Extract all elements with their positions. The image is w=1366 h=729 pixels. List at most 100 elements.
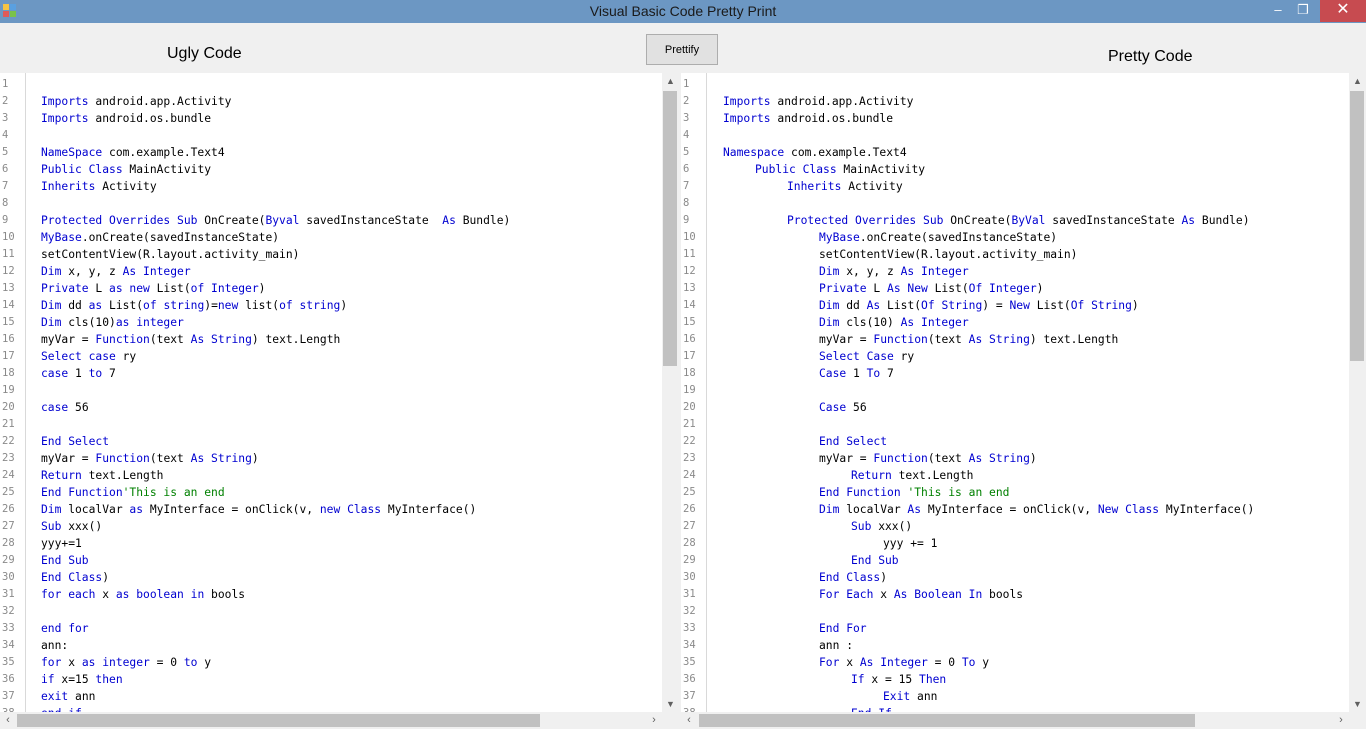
code-line: 13 Private L As New List(Of Integer) — [681, 280, 1349, 297]
keyword-token: Dim — [41, 265, 62, 278]
code-token: ry — [893, 350, 915, 363]
scroll-left-arrow-icon[interactable]: ‹ — [681, 712, 697, 729]
code-text: for each x as boolean in bools — [41, 586, 245, 603]
scroll-thumb[interactable] — [17, 714, 540, 727]
close-button[interactable]: ✕ — [1320, 0, 1366, 22]
line-number: 1 — [2, 78, 9, 90]
line-number: 11 — [683, 248, 696, 260]
code-text: End Select — [41, 433, 109, 450]
code-line: 1 — [681, 76, 1349, 93]
line-number: 29 — [683, 554, 696, 566]
keyword-token: As — [1181, 214, 1196, 227]
code-line: 22 End Select — [681, 433, 1349, 450]
scroll-down-arrow-icon[interactable]: ▼ — [662, 696, 679, 712]
keyword-token: Select Case — [819, 350, 894, 363]
scroll-left-arrow-icon[interactable]: ‹ — [0, 712, 16, 729]
line-number: 9 — [683, 214, 690, 226]
ugly-vertical-scrollbar[interactable]: ▲ ▼ — [662, 73, 679, 712]
keyword-token: Dim — [819, 316, 840, 329]
code-text: Exit ann — [883, 688, 937, 705]
keyword-token: Case — [819, 401, 847, 414]
code-line: 23 myVar = Function(text As String) — [681, 450, 1349, 467]
code-text: Case 1 To 7 — [819, 365, 894, 382]
line-number: 15 — [683, 316, 696, 328]
keyword-token: Return — [851, 469, 892, 482]
ugly-code-label: Ugly Code — [167, 45, 242, 62]
minimize-button[interactable]: – — [1267, 0, 1289, 22]
code-text: End Class) — [41, 569, 109, 586]
code-text: exit ann — [41, 688, 95, 705]
code-text: Imports android.app.Activity — [41, 93, 231, 110]
code-line: 10 MyBase.onCreate(savedInstanceState) — [681, 229, 1349, 246]
code-line: 21 — [681, 416, 1349, 433]
scroll-thumb[interactable] — [1350, 91, 1364, 361]
code-text: Imports android.os.bundle — [41, 110, 211, 127]
code-token: localVar — [61, 503, 130, 516]
scroll-down-arrow-icon[interactable]: ▼ — [1349, 696, 1366, 712]
window-title: Visual Basic Code Pretty Print — [589, 3, 777, 19]
prettify-button[interactable]: Prettify — [646, 34, 718, 65]
line-number: 2 — [2, 95, 9, 107]
code-line: 16 myVar = Function(text As String) text.… — [681, 331, 1349, 348]
code-token: Bundle) — [1195, 214, 1250, 227]
line-number: 10 — [2, 231, 15, 243]
code-text: End Class) — [819, 569, 887, 586]
keyword-token: As — [907, 503, 922, 516]
scroll-right-arrow-icon[interactable]: › — [646, 712, 662, 729]
scroll-thumb[interactable] — [699, 714, 1195, 727]
code-token: myVar = — [819, 333, 874, 346]
code-token: text.Length — [891, 469, 974, 482]
code-line: 6 Public Class MainActivity — [0, 161, 662, 178]
pretty-vertical-scrollbar[interactable]: ▲ ▼ — [1349, 73, 1366, 712]
code-line: 20 case 56 — [0, 399, 662, 416]
keyword-token: of Integer — [190, 282, 259, 295]
keyword-token: NameSpace — [41, 146, 103, 159]
code-text: Dim x, y, z As Integer — [41, 263, 191, 280]
scroll-thumb[interactable] — [663, 91, 677, 366]
code-token: ann — [910, 690, 938, 703]
maximize-button[interactable]: ❐ — [1292, 0, 1314, 22]
code-token: ) — [258, 282, 266, 295]
code-line: 9 Protected Overrides Sub OnCreate(Byval … — [0, 212, 662, 229]
keyword-token: Of String — [921, 299, 983, 312]
pretty-code-label: Pretty Code — [1108, 48, 1193, 65]
ugly-horizontal-scrollbar[interactable]: ‹ › — [0, 712, 662, 729]
keyword-token: New Class — [1097, 503, 1160, 516]
line-number: 38 — [2, 705, 15, 712]
code-text: Protected Overrides Sub OnCreate(ByVal s… — [787, 212, 1250, 229]
ugly-code-editor[interactable]: 1 2 Imports android.app.Activity 3 Imports a… — [0, 73, 662, 712]
scroll-up-arrow-icon[interactable]: ▲ — [662, 73, 679, 89]
code-token: ann: — [41, 639, 69, 652]
line-number: 7 — [2, 180, 9, 192]
code-line: 5 Namespace com.example.Text4 — [681, 144, 1349, 161]
keyword-token: Imports — [41, 95, 89, 108]
keyword-token: Private — [41, 282, 89, 295]
code-line: 28 yyy+=1 — [0, 535, 662, 552]
scroll-right-arrow-icon[interactable]: › — [1333, 712, 1349, 729]
scroll-up-arrow-icon[interactable]: ▲ — [1349, 73, 1366, 89]
code-token: ann : — [819, 639, 854, 652]
line-number: 21 — [683, 418, 696, 430]
line-number: 25 — [2, 486, 15, 498]
code-token: com.example.Text4 — [102, 146, 225, 159]
code-token: ) — [340, 299, 348, 312]
code-line: 21 — [0, 416, 662, 433]
code-line: 13 Private L as new List(of Integer) — [0, 280, 662, 297]
code-line: 17 Select case ry — [0, 348, 662, 365]
code-text: NameSpace com.example.Text4 — [41, 144, 225, 161]
keyword-token: Namespace — [723, 146, 785, 159]
line-number: 22 — [2, 435, 15, 447]
pretty-code-editor[interactable]: 1 2 Imports android.app.Activity 3 Imports a… — [681, 73, 1349, 712]
pretty-horizontal-scrollbar[interactable]: ‹ › — [681, 712, 1349, 729]
keyword-token: Of String — [1070, 299, 1132, 312]
code-token: x, y, z — [839, 265, 901, 278]
code-line: 25 End Function'This is an end — [0, 484, 662, 501]
code-token: x = 15 — [864, 673, 920, 686]
keyword-token: of string — [143, 299, 205, 312]
code-token: Bundle) — [455, 214, 511, 227]
code-line: 15 Dim cls(10)as integer — [0, 314, 662, 331]
code-token: Activity — [841, 180, 903, 193]
code-line: 4 — [681, 127, 1349, 144]
keyword-token: End Sub — [851, 554, 899, 567]
line-number: 5 — [683, 146, 690, 158]
